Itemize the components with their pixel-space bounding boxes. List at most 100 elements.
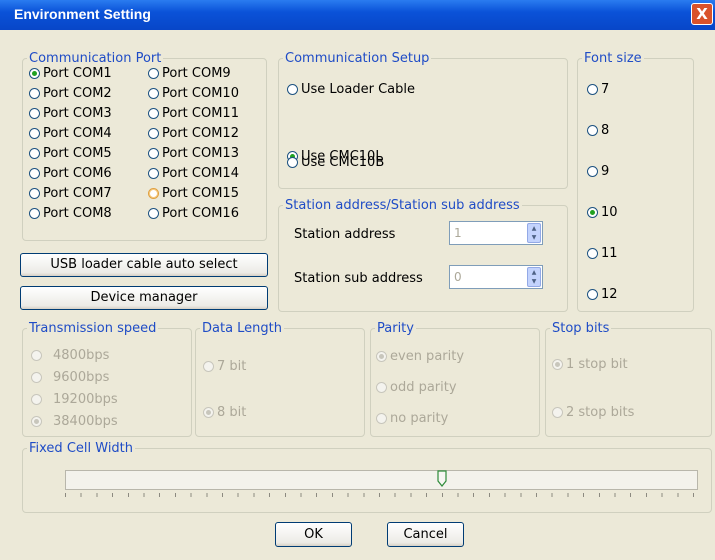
station-sub-address-value: 0 <box>454 270 462 284</box>
radio-label: 38400bps <box>53 414 118 429</box>
radio-9[interactable]: 9 <box>587 164 609 179</box>
stop-bits-legend: Stop bits <box>552 321 610 336</box>
radio-port-com10[interactable]: Port COM10 <box>148 86 239 101</box>
radio-button-icon[interactable] <box>587 166 598 177</box>
ok-button[interactable]: OK <box>275 522 352 547</box>
radio-button-icon[interactable] <box>587 289 598 300</box>
radio-8-bit: 8 bit <box>203 405 246 420</box>
station-address-legend: Station address/Station sub address <box>285 198 520 213</box>
radio-port-com13[interactable]: Port COM13 <box>148 146 239 161</box>
radio-button-icon[interactable] <box>148 68 159 79</box>
radio-label: 9 <box>601 164 610 179</box>
radio-port-com8[interactable]: Port COM8 <box>29 206 112 221</box>
radio-button-icon[interactable] <box>148 108 159 119</box>
radio-button-icon[interactable] <box>287 157 298 168</box>
radio-button-icon[interactable] <box>148 88 159 99</box>
radio-no-parity: no parity <box>376 411 448 426</box>
radio-port-com6[interactable]: Port COM6 <box>29 166 112 181</box>
radio-port-com1[interactable]: Port COM1 <box>29 66 112 81</box>
radio-8[interactable]: 8 <box>587 123 609 138</box>
transmission-speed-legend: Transmission speed <box>29 321 157 336</box>
radio-button-icon[interactable] <box>29 88 40 99</box>
usb-auto-select-button[interactable]: USB loader cable auto select <box>20 253 268 277</box>
radio-button-icon[interactable] <box>148 148 159 159</box>
radio-port-com2[interactable]: Port COM2 <box>29 86 112 101</box>
radio-button-icon[interactable] <box>29 188 40 199</box>
radio-9600bps: 9600bps <box>31 370 109 385</box>
radio-label: 4800bps <box>53 348 110 363</box>
radio-button-icon <box>376 351 387 362</box>
radio-button-icon <box>203 407 214 418</box>
radio-4800bps: 4800bps <box>31 348 109 363</box>
radio-label: Port COM1 <box>43 66 112 81</box>
radio-button-icon[interactable] <box>587 207 598 218</box>
radio-button-icon[interactable] <box>148 168 159 179</box>
radio-port-com7[interactable]: Port COM7 <box>29 186 112 201</box>
radio-port-com11[interactable]: Port COM11 <box>148 106 239 121</box>
radio-label: Port COM14 <box>162 166 239 181</box>
radio-button-icon[interactable] <box>29 68 40 79</box>
radio-label: 7 <box>601 82 610 97</box>
spinner-arrows-icon[interactable]: ▲ ▼ <box>527 223 541 243</box>
close-button[interactable]: X <box>691 3 713 25</box>
radio-button-icon[interactable] <box>29 148 40 159</box>
radio-use-loader-cable[interactable]: Use Loader Cable <box>287 82 415 97</box>
radio-label: Use CMC10B <box>301 155 385 170</box>
communication-port-legend: Communication Port <box>29 51 162 66</box>
radio-label: 12 <box>601 287 618 302</box>
title-bar: Environment Setting X <box>0 0 715 30</box>
radio-label: Port COM4 <box>43 126 112 141</box>
radio-button-icon <box>376 382 387 393</box>
radio-38400bps: 38400bps <box>31 414 118 429</box>
station-address-spinner[interactable]: 1 ▲ ▼ <box>449 221 543 245</box>
radio-label: Port COM10 <box>162 86 239 101</box>
radio-label: Port COM6 <box>43 166 112 181</box>
communication-setup-legend: Communication Setup <box>285 51 430 66</box>
radio-port-com3[interactable]: Port COM3 <box>29 106 112 121</box>
radio-button-icon[interactable] <box>587 84 598 95</box>
radio-button-icon[interactable] <box>148 208 159 219</box>
radio-7[interactable]: 7 <box>587 82 609 97</box>
spinner-arrows-icon[interactable]: ▲ ▼ <box>527 267 541 287</box>
cell-width-slider-track[interactable] <box>65 470 698 490</box>
radio-port-com16[interactable]: Port COM16 <box>148 206 239 221</box>
cancel-button[interactable]: Cancel <box>387 522 464 547</box>
radio-button-icon[interactable] <box>29 168 40 179</box>
radio-port-com4[interactable]: Port COM4 <box>29 126 112 141</box>
radio-label: Use Loader Cable <box>301 82 415 97</box>
parity-legend: Parity <box>377 321 414 336</box>
radio-1-stop-bit: 1 stop bit <box>552 357 628 372</box>
radio-port-com9[interactable]: Port COM9 <box>148 66 231 81</box>
radio-button-icon[interactable] <box>287 84 298 95</box>
radio-label: Port COM5 <box>43 146 112 161</box>
radio-12[interactable]: 12 <box>587 287 618 302</box>
radio-label: 9600bps <box>53 370 110 385</box>
radio-button-icon[interactable] <box>148 188 159 199</box>
radio-19200bps: 19200bps <box>31 392 118 407</box>
radio-button-icon[interactable] <box>29 208 40 219</box>
font-size-legend: Font size <box>584 51 642 66</box>
radio-label: Port COM8 <box>43 206 112 221</box>
station-address-label: Station address <box>294 227 396 242</box>
radio-label: 8 <box>601 123 610 138</box>
radio-button-icon[interactable] <box>29 128 40 139</box>
radio-button-icon[interactable] <box>148 128 159 139</box>
radio-button-icon <box>31 350 42 361</box>
radio-use-cmc10b[interactable]: Use CMC10B <box>287 155 384 170</box>
cell-width-slider-thumb[interactable] <box>437 470 447 487</box>
device-manager-button[interactable]: Device manager <box>20 286 268 310</box>
radio-port-com14[interactable]: Port COM14 <box>148 166 239 181</box>
radio-button-icon[interactable] <box>587 248 598 259</box>
radio-port-com5[interactable]: Port COM5 <box>29 146 112 161</box>
radio-label: no parity <box>390 411 449 426</box>
radio-button-icon <box>203 361 214 372</box>
radio-button-icon[interactable] <box>29 108 40 119</box>
radio-11[interactable]: 11 <box>587 246 618 261</box>
station-address-group: Station address/Station sub address <box>278 198 568 312</box>
radio-port-com15[interactable]: Port COM15 <box>148 186 239 201</box>
radio-port-com12[interactable]: Port COM12 <box>148 126 239 141</box>
station-sub-address-spinner[interactable]: 0 ▲ ▼ <box>449 265 543 289</box>
radio-button-icon[interactable] <box>587 125 598 136</box>
radio-7-bit: 7 bit <box>203 359 246 374</box>
radio-10[interactable]: 10 <box>587 205 618 220</box>
